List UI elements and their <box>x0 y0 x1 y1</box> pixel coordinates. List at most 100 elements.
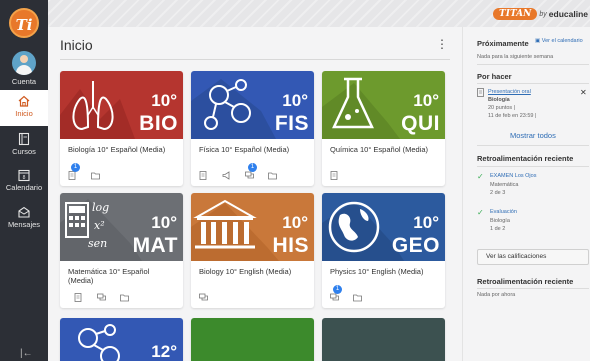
course-card-banner[interactable]: 10° BIO <box>60 71 183 139</box>
course-card-banner[interactable] <box>191 318 314 361</box>
course-card[interactable]: log x² sen 10° MAT Matemática 10° Españo… <box>60 193 183 308</box>
files-button[interactable] <box>268 171 277 180</box>
course-card-actions <box>74 293 129 302</box>
discussions-button[interactable]: 1 <box>330 285 342 302</box>
files-button[interactable] <box>120 293 129 302</box>
section-divider <box>477 145 589 146</box>
header-band: TITAN by educaline <box>48 0 590 27</box>
svg-text:8: 8 <box>23 175 26 181</box>
feedback-title-link[interactable]: EXAMEN Los Ojos <box>490 173 536 179</box>
nav-item-messages[interactable]: Mensajes <box>0 205 48 229</box>
course-card[interactable]: 10° HIS Biology 10° English (Media) <box>191 193 314 308</box>
course-card-banner[interactable]: 10° HIS <box>191 193 314 261</box>
discussion-icon <box>330 293 339 301</box>
course-code: GEO <box>391 234 440 257</box>
title-divider <box>60 59 450 60</box>
course-card[interactable]: 10° FIS Física 10° Español (Media) 1 <box>191 71 314 186</box>
section-divider <box>477 166 589 167</box>
announcements-button[interactable] <box>222 171 231 180</box>
assignments-button[interactable]: 1 <box>68 163 80 180</box>
assignment-icon <box>74 293 82 302</box>
files-button[interactable] <box>91 171 100 180</box>
discussions-button[interactable] <box>199 293 208 302</box>
titan-logo[interactable]: Ti <box>9 8 39 38</box>
svg-text:x²: x² <box>94 219 105 232</box>
course-name[interactable]: Biology 10° English (Media) <box>191 261 314 276</box>
course-grade: 12° <box>151 342 177 361</box>
course-card-banner[interactable] <box>322 318 445 361</box>
folder-icon <box>120 294 129 302</box>
check-icon: ✓ <box>477 208 484 217</box>
course-card[interactable] <box>322 318 445 361</box>
discussions-button[interactable] <box>97 293 106 302</box>
assignment-icon <box>330 171 338 180</box>
global-nav: Ti Cuenta Inicio Cursos 8 Calendario Men… <box>0 0 48 361</box>
page-title: Inicio <box>60 37 93 53</box>
course-card-banner[interactable]: log x² sen 10° MAT <box>60 193 183 261</box>
course-grade: 10° <box>413 91 439 110</box>
course-card-banner[interactable]: 10° QUI <box>322 71 445 139</box>
course-name[interactable]: Física 10° Español (Media) <box>191 139 314 154</box>
course-card[interactable]: 10° QUI Química 10° Español (Media) <box>322 71 445 186</box>
todo-title-link[interactable]: Presentación oral <box>488 89 531 95</box>
dashboard-options-button[interactable]: ⋮ <box>436 37 448 51</box>
assignments-button[interactable] <box>74 293 83 302</box>
course-code: HIS <box>272 234 309 257</box>
feedback-course: Matemática <box>490 182 519 188</box>
course-card-banner[interactable]: 12° <box>60 318 183 361</box>
course-grade: 10° <box>282 91 308 110</box>
nav-label-account: Cuenta <box>11 77 37 86</box>
course-card[interactable]: 10° GEO Physics 10° English (Media) 1 <box>322 193 445 308</box>
assignment-icon <box>68 171 76 180</box>
nav-item-courses[interactable]: Cursos <box>0 132 48 156</box>
todo-course: Biología <box>488 97 510 103</box>
assignments-button[interactable] <box>199 171 208 180</box>
collapse-nav-button[interactable]: |← <box>20 348 33 359</box>
course-card-banner[interactable]: 10° GEO <box>322 193 445 261</box>
feedback-heading-secondary: Retroalimentación reciente <box>477 277 574 286</box>
nav-item-home[interactable]: Inicio <box>0 90 48 126</box>
files-button[interactable] <box>353 293 362 302</box>
show-all-link[interactable]: Mostrar todos <box>510 131 556 140</box>
feedback-course: Biología <box>490 218 510 224</box>
brand-company: educaline <box>548 9 588 19</box>
course-card[interactable] <box>191 318 314 361</box>
view-grades-button[interactable]: Ver las calificaciones <box>477 249 589 265</box>
nav-label-home: Inicio <box>15 109 33 118</box>
course-name[interactable]: Physics 10° English (Media) <box>322 261 445 276</box>
discussions-button[interactable]: 1 <box>245 163 257 180</box>
course-grade: 10° <box>151 213 177 232</box>
course-name[interactable]: Química 10° Español (Media) <box>322 139 445 154</box>
brand-by: by <box>539 10 547 18</box>
dashboard-main: Inicio ⋮ 10° BIO Biología 10° Español (M… <box>48 27 462 361</box>
course-name[interactable]: Biología 10° Español (Media) <box>60 139 183 154</box>
course-name[interactable]: Matemática 10° Español (Media) <box>60 261 183 285</box>
feedback-title-link[interactable]: Evaluación <box>490 209 517 215</box>
course-card[interactable]: 12° <box>60 318 183 361</box>
discussion-icon <box>245 171 254 179</box>
close-icon: ✕ <box>580 88 587 97</box>
inbox-icon <box>18 206 30 218</box>
nav-item-account[interactable]: Cuenta <box>0 77 48 86</box>
feedback-heading: Retroalimentación reciente <box>477 154 574 163</box>
kebab-icon: ⋮ <box>436 37 448 51</box>
nav-label-courses: Cursos <box>12 147 36 156</box>
course-code: FIS <box>274 112 309 135</box>
course-card-actions: 1 <box>199 163 277 180</box>
assignment-icon <box>477 88 484 97</box>
unread-badge: 1 <box>71 163 80 172</box>
upcoming-empty: Nada para la siguiente semana <box>477 54 554 60</box>
view-calendar-label: Ver el calendario <box>541 38 583 44</box>
check-icon: ✓ <box>477 172 484 181</box>
nav-item-calendar[interactable]: 8 Calendario <box>0 168 48 192</box>
avatar[interactable] <box>12 51 36 75</box>
course-card-banner[interactable]: 10° FIS <box>191 71 314 139</box>
assignment-icon <box>199 171 207 180</box>
brand-titan: TITAN <box>493 8 538 20</box>
discussion-icon <box>97 293 106 301</box>
folder-icon <box>268 172 277 180</box>
assignments-button[interactable] <box>330 171 339 180</box>
dismiss-todo-button[interactable]: ✕ <box>580 88 587 97</box>
view-calendar-link[interactable]: ▣ Ver el calendario <box>535 38 583 44</box>
course-card[interactable]: 10° BIO Biología 10° Español (Media) 1 <box>60 71 183 186</box>
